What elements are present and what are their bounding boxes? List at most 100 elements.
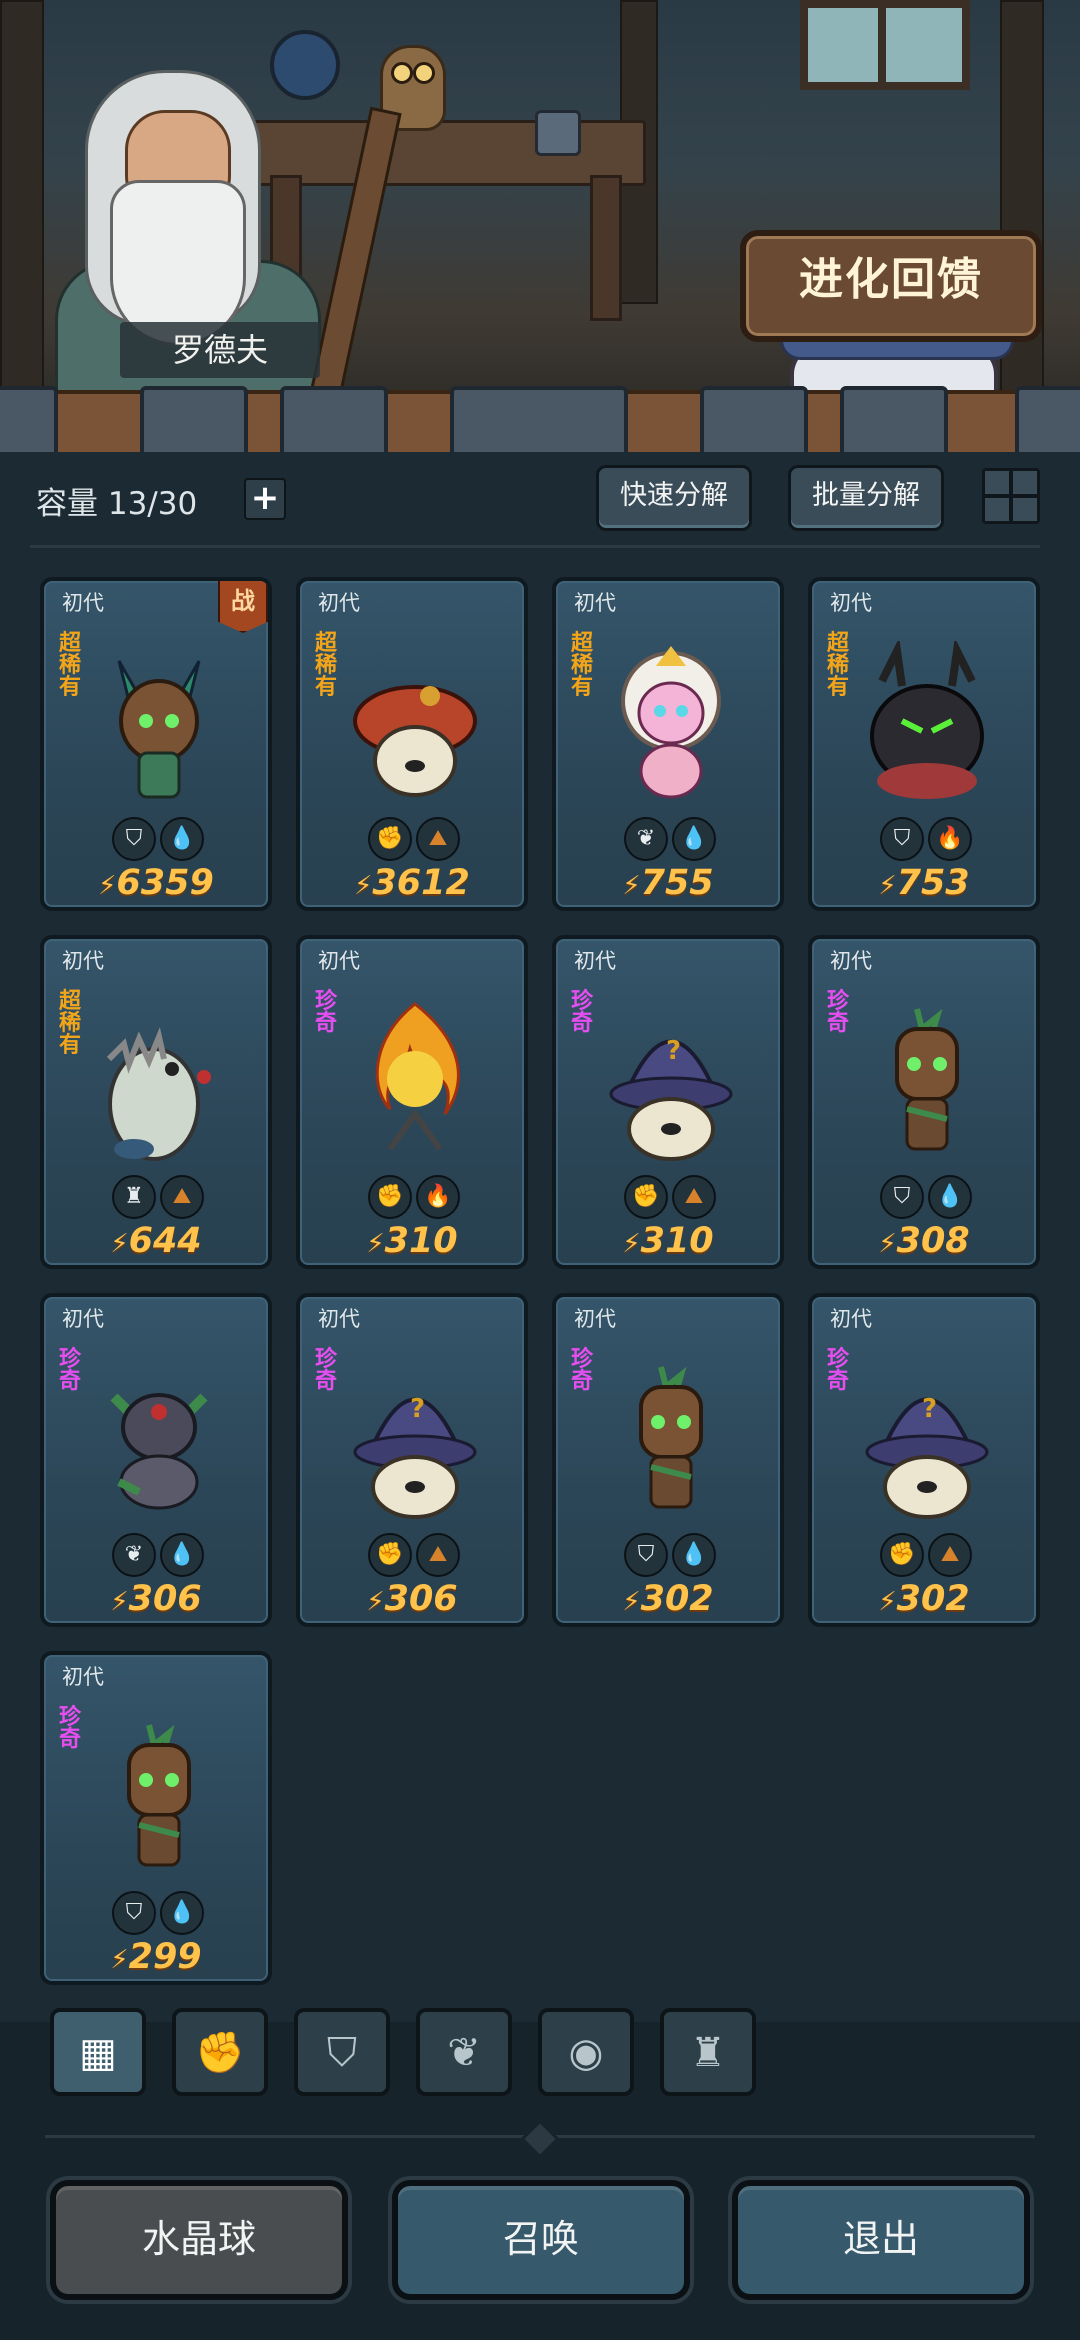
monster-portrait [94, 999, 224, 1169]
rarity-label: 超稀有 [826, 631, 849, 700]
svg-text:?: ? [410, 1394, 425, 1424]
rarity-label: 珍奇 [314, 989, 337, 1036]
rarity-label: 珍奇 [826, 989, 849, 1036]
divider [30, 545, 1040, 548]
tower-icon: ♜ [112, 1175, 156, 1219]
monster-portrait [606, 641, 736, 811]
monster-portrait: ? [350, 1357, 480, 1527]
grid-view-icon[interactable] [982, 468, 1040, 524]
window [800, 0, 970, 90]
power-number: 306 [384, 1579, 458, 1619]
summon-button[interactable]: 召唤 [392, 2180, 690, 2300]
rail-block [700, 386, 808, 460]
shield-wings-icon: ⛉ [327, 2030, 357, 2076]
quick-dismantle-button[interactable]: 快速分解 [596, 465, 752, 531]
power-icon: ⚡ [366, 1229, 385, 1259]
filter-tab-all-blocks[interactable]: ▦ [50, 2008, 146, 2096]
monster-card[interactable]: 初代 超稀有战 ⛉ 💧 ⚡6359 [40, 577, 272, 911]
shield-icon: ⛉ [112, 817, 156, 861]
rarity-label: 超稀有 [58, 631, 81, 700]
water-icon: 💧 [160, 817, 204, 861]
power-icon: ⚡ [110, 1945, 129, 1975]
power-icon: ⚡ [110, 1587, 129, 1617]
power-icon: ⚡ [622, 1229, 641, 1259]
monster-card[interactable]: 初代 超稀有 ✊ ⛰ ⚡3612 [296, 577, 528, 911]
rarity-label: 超稀有 [570, 631, 593, 700]
generation-label: 初代 [318, 591, 360, 615]
power-value: ⚡755 [556, 863, 780, 903]
fist-icon: ✊ [624, 1175, 668, 1219]
fire-icon: 🔥 [416, 1175, 460, 1219]
power-number: 310 [384, 1221, 458, 1261]
power-icon: ⚡ [878, 1229, 897, 1259]
filter-tab-sprout[interactable]: ❦ [416, 2008, 512, 2096]
power-icon: ⚡ [622, 871, 641, 901]
generation-label: 初代 [318, 949, 360, 973]
tower-icon: ♜ [690, 2030, 726, 2076]
power-number: 299 [128, 1937, 202, 1977]
expand-capacity-button[interactable]: + [244, 478, 286, 520]
power-number: 3612 [372, 863, 470, 903]
rarity-label: 珍奇 [58, 1347, 81, 1394]
monster-card[interactable]: 初代 珍奇 ❦ 💧 ⚡306 [40, 1293, 272, 1627]
generation-label: 初代 [574, 1307, 616, 1331]
power-icon: ⚡ [878, 1587, 897, 1617]
monster-card[interactable]: 初代 珍奇 ⛉ 💧 ⚡308 [808, 935, 1040, 1269]
rarity-label: 珍奇 [314, 1347, 337, 1394]
evolution-feedback-button[interactable]: 进化回馈 [740, 230, 1042, 342]
filter-tab-shield-wings[interactable]: ⛉ [294, 2008, 390, 2096]
monster-card[interactable]: 初代 珍奇? ✊ ⛰ ⚡306 [296, 1293, 528, 1627]
power-value: ⚡302 [556, 1579, 780, 1619]
power-number: 302 [896, 1579, 970, 1619]
monster-card[interactable]: 初代 超稀有 ⛉ 🔥 ⚡753 [808, 577, 1040, 911]
monster-card[interactable]: 初代 珍奇? ✊ ⛰ ⚡302 [808, 1293, 1040, 1627]
generation-label: 初代 [574, 949, 616, 973]
power-value: ⚡302 [812, 1579, 1036, 1619]
generation-label: 初代 [62, 1307, 104, 1331]
filter-tab-tower[interactable]: ♜ [660, 2008, 756, 2096]
monster-card[interactable]: 初代 珍奇 ✊ 🔥 ⚡310 [296, 935, 528, 1269]
power-number: 753 [896, 863, 970, 903]
monster-card[interactable]: 初代 超稀有 ♜ ⛰ ⚡644 [40, 935, 272, 1269]
monster-portrait: ? [606, 999, 736, 1169]
rail-block [840, 386, 948, 460]
monster-portrait [350, 999, 480, 1169]
batch-dismantle-button[interactable]: 批量分解 [788, 465, 944, 531]
shield-icon: ⛉ [880, 1175, 924, 1219]
rarity-label: 超稀有 [58, 989, 81, 1058]
monster-card[interactable]: 初代 珍奇? ✊ ⛰ ⚡310 [552, 935, 784, 1269]
shield-icon: ⛉ [112, 1891, 156, 1935]
generation-label: 初代 [830, 1307, 872, 1331]
power-value: ⚡306 [300, 1579, 524, 1619]
sprout-icon: ❦ [447, 2030, 481, 2076]
generation-label: 初代 [830, 591, 872, 615]
rail-block [0, 386, 58, 460]
scene-illustration: 罗德夫 进化回馈 [0, 0, 1080, 420]
filter-tab-fist[interactable]: ✊ [172, 2008, 268, 2096]
crystal-ball-button[interactable]: 水晶球 [50, 2180, 348, 2300]
egg-icon: ◉ [568, 2030, 604, 2076]
power-value: ⚡6359 [44, 863, 268, 903]
rail-block [280, 386, 388, 460]
power-value: ⚡299 [44, 1937, 268, 1977]
earth-icon: ⛰ [928, 1533, 972, 1577]
water-icon: 💧 [672, 1533, 716, 1577]
inkpot [535, 110, 581, 156]
earth-icon: ⛰ [160, 1175, 204, 1219]
generation-label: 初代 [830, 949, 872, 973]
power-number: 306 [128, 1579, 202, 1619]
power-icon: ⚡ [354, 871, 373, 901]
monster-card[interactable]: 初代 超稀有 ❦ 💧 ⚡755 [552, 577, 784, 911]
filter-tab-egg[interactable]: ◉ [538, 2008, 634, 2096]
rarity-label: 珍奇 [58, 1705, 81, 1752]
monster-portrait [862, 999, 992, 1169]
svg-text:?: ? [666, 1036, 681, 1066]
rail-block [140, 386, 248, 460]
power-number: 6359 [116, 863, 214, 903]
monster-card[interactable]: 初代 珍奇 ⛉ 💧 ⚡299 [40, 1651, 272, 1985]
separator-ornament [520, 2119, 560, 2159]
power-icon: ⚡ [878, 871, 897, 901]
exit-button[interactable]: 退出 [732, 2180, 1030, 2300]
svg-text:?: ? [922, 1394, 937, 1424]
monster-card[interactable]: 初代 珍奇 ⛉ 💧 ⚡302 [552, 1293, 784, 1627]
